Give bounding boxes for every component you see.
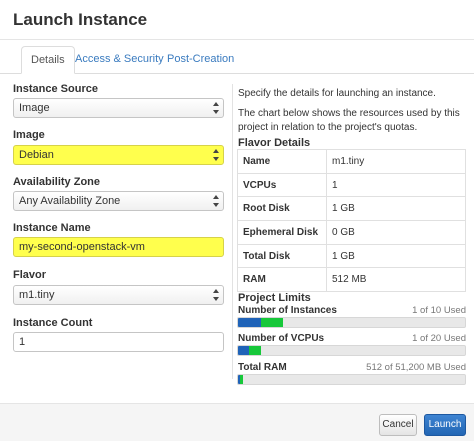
instance-source-value: Image xyxy=(19,102,50,114)
launch-button[interactable]: Launch xyxy=(424,414,466,436)
tab-access-security[interactable]: Access & Security xyxy=(66,46,173,74)
table-row: VCPUs 1 xyxy=(237,172,466,198)
flavor-key: Name xyxy=(237,149,327,174)
flavor-key: Total Disk xyxy=(237,243,327,269)
table-row: Total Disk 1 GB xyxy=(237,243,466,269)
instance-name-label: Instance Name xyxy=(13,222,91,234)
select-arrows-icon xyxy=(213,149,220,161)
flavor-value: 1 GB xyxy=(326,243,466,269)
select-arrows-icon xyxy=(213,289,220,301)
cancel-button[interactable]: Cancel xyxy=(379,414,417,436)
flavor-value: 512 MB xyxy=(326,267,466,293)
select-arrows-icon xyxy=(213,195,220,207)
column-divider xyxy=(232,84,233,379)
flavor-label: Flavor xyxy=(13,269,47,281)
flavor-details-title: Flavor Details xyxy=(238,137,311,149)
limit-ram-name: Total RAM xyxy=(238,362,287,373)
tab-bar: Details Access & Security Post-Creation xyxy=(0,40,474,74)
instance-source-select[interactable]: Image xyxy=(13,98,224,118)
limit-vcpus-used: 1 of 20 Used xyxy=(412,333,466,344)
select-arrows-icon xyxy=(213,102,220,114)
flavor-key: Ephemeral Disk xyxy=(237,220,327,245)
flavor-value: m1.tiny xyxy=(19,289,55,301)
image-value: Debian xyxy=(19,149,54,161)
limit-instances-name: Number of Instances xyxy=(238,305,337,316)
limit-vcpus-used-fill xyxy=(238,346,250,355)
availability-zone-select[interactable]: Any Availability Zone xyxy=(13,191,224,211)
instance-name-input[interactable]: my-second-openstack-vm xyxy=(13,237,224,257)
limit-instances-used: 1 of 10 Used xyxy=(412,305,466,316)
instance-count-value: 1 xyxy=(19,336,26,348)
flavor-select[interactable]: m1.tiny xyxy=(13,285,224,305)
table-row: RAM 512 MB xyxy=(237,267,466,293)
flavor-key: VCPUs xyxy=(237,172,327,198)
project-limits-title: Project Limits xyxy=(238,292,311,304)
table-row: Root Disk 1 GB xyxy=(237,196,466,222)
limit-vcpus-name: Number of VCPUs xyxy=(238,333,325,344)
instance-count-input[interactable]: 1 xyxy=(13,332,224,352)
table-row: Ephemeral Disk 0 GB xyxy=(237,220,466,245)
table-row: Name m1.tiny xyxy=(237,149,466,174)
limit-instances-bar xyxy=(237,317,466,328)
tab-post-creation[interactable]: Post-Creation xyxy=(158,46,243,74)
flavor-key: RAM xyxy=(237,267,327,293)
limit-instances-used-fill xyxy=(238,318,261,327)
flavor-details-table: Name m1.tiny VCPUs 1 Root Disk 1 GB Ephemer… xyxy=(237,149,466,293)
image-label: Image xyxy=(13,129,45,141)
limit-vcpus-bar xyxy=(237,345,466,356)
instance-name-value: my-second-openstack-vm xyxy=(19,241,145,253)
flavor-value: 1 xyxy=(326,172,466,198)
limit-ram-bar xyxy=(237,374,466,385)
modal-footer: Cancel Launch xyxy=(0,403,474,441)
modal-title: Launch Instance xyxy=(13,10,148,29)
instance-source-label: Instance Source xyxy=(13,83,98,95)
availability-zone-label: Availability Zone xyxy=(13,176,101,188)
availability-zone-value: Any Availability Zone xyxy=(19,195,121,207)
tab-details[interactable]: Details xyxy=(21,46,75,74)
modal-header: Launch Instance xyxy=(0,0,474,40)
flavor-key: Root Disk xyxy=(237,196,327,222)
limit-ram-used: 512 of 51,200 MB Used xyxy=(366,362,466,373)
image-select[interactable]: Debian xyxy=(13,145,224,165)
limit-instances-added-fill xyxy=(260,318,284,327)
flavor-value: m1.tiny xyxy=(326,149,466,174)
help-text-intro: Specify the details for launching an ins… xyxy=(238,88,436,99)
limit-ram-added-fill xyxy=(240,375,243,384)
help-text-chart: The chart below shows the resources used… xyxy=(238,108,460,133)
flavor-value: 1 GB xyxy=(326,196,466,222)
flavor-value: 0 GB xyxy=(326,220,466,245)
instance-count-label: Instance Count xyxy=(13,317,93,329)
limit-vcpus-added-fill xyxy=(249,346,261,355)
